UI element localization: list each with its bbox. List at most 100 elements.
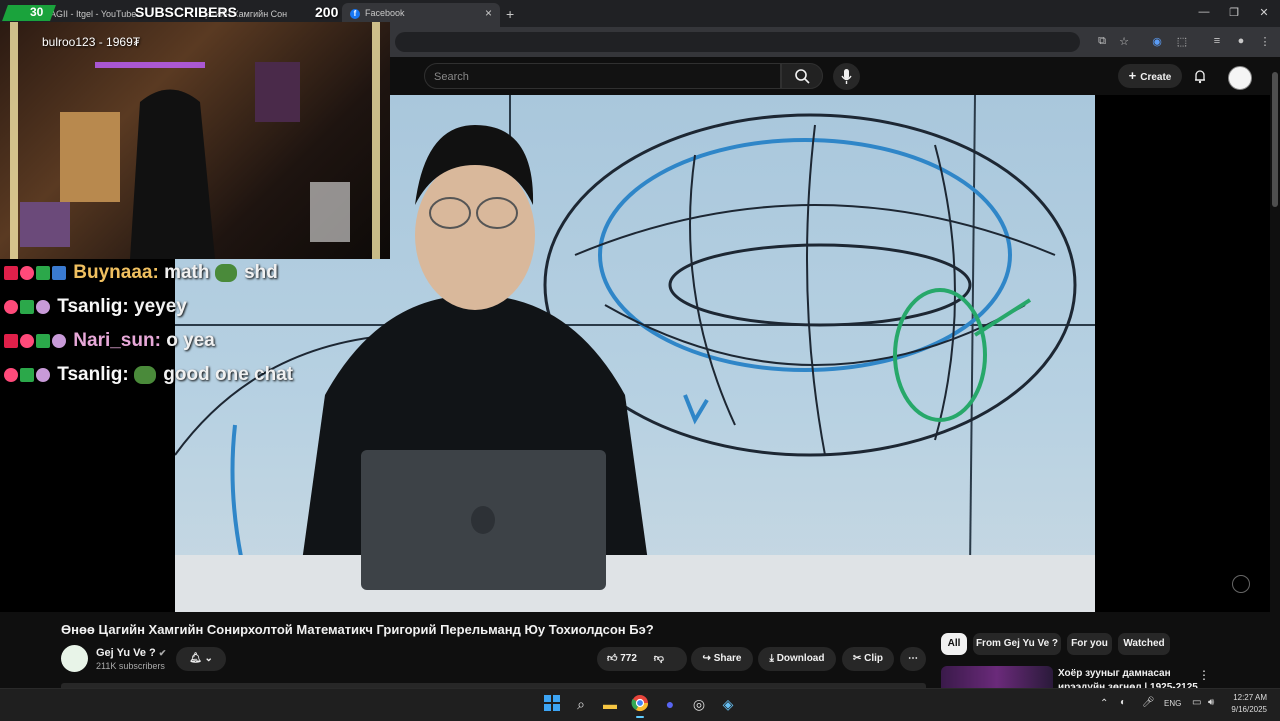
discord-icon[interactable]: ● <box>660 694 680 714</box>
subscriber-badge-icon <box>20 299 34 314</box>
thumbs-up-icon: 👍︎ <box>607 653 618 664</box>
language-indicator[interactable]: ENG <box>1164 699 1181 708</box>
start-button[interactable] <box>542 694 562 714</box>
chat-username: Tsanlig: <box>57 364 129 385</box>
extensions-icon[interactable]: ⬚ <box>1174 35 1190 48</box>
share-label: Share <box>713 653 742 664</box>
chrome-icon[interactable] <box>630 694 650 714</box>
install-app-icon[interactable]: ⧉ <box>1094 35 1110 48</box>
search-taskbar-icon[interactable]: ⌕ <box>571 694 591 714</box>
scrollbar-thumb[interactable] <box>1272 72 1278 207</box>
clip-button[interactable]: ✂ Clip <box>842 647 894 671</box>
subscribed-bell-button[interactable]: 🔔︎ ⌄ <box>176 647 226 671</box>
moderator-badge-icon <box>4 265 18 280</box>
microphone-icon <box>841 69 852 84</box>
tray-chevron-up-icon[interactable]: ⌃ <box>1100 698 1108 709</box>
plus-icon: + <box>1128 68 1137 83</box>
search-input[interactable] <box>425 64 776 90</box>
bell-icon <box>1195 70 1205 84</box>
share-button[interactable]: ↪ Share <box>691 647 753 671</box>
bookmark-star-icon[interactable]: ☆ <box>1116 35 1132 48</box>
subscriber-count: 30 <box>30 5 44 19</box>
chip-for-you[interactable]: For you <box>1067 633 1112 655</box>
download-button[interactable]: ⤓ Download <box>758 647 836 671</box>
chip-all[interactable]: All <box>941 633 967 655</box>
chip-from-channel[interactable]: From Gej Yu Ve ? <box>973 633 1061 655</box>
recommended-thumbnail[interactable] <box>941 666 1053 688</box>
create-label: Create <box>1140 72 1172 83</box>
new-tab-button[interactable]: + <box>506 4 520 24</box>
network-icon[interactable]: ▭ <box>1192 697 1201 708</box>
bell-icon: 🔔︎ <box>189 653 202 664</box>
pepe-emote-icon <box>134 365 156 384</box>
share-icon: ↪ <box>702 653 711 664</box>
more-actions-button[interactable]: ⋯ <box>900 647 926 671</box>
dislike-button[interactable]: 👎︎ <box>654 653 664 664</box>
subscriber-badge-icon <box>36 333 50 348</box>
subscriber-badge-icon <box>36 265 50 280</box>
video-title: Өнөө Цагийн Хамгийн Сонирхолтой Математи… <box>61 622 654 637</box>
extension-audio-icon[interactable]: ◉ <box>1149 35 1165 48</box>
tray-app-icon[interactable]: ◐ <box>1120 697 1126 708</box>
channel-avatar[interactable] <box>61 645 88 672</box>
obs-icon[interactable]: ◎ <box>689 694 709 714</box>
chat-text: yeyey <box>134 296 187 317</box>
steam-icon[interactable]: ◈ <box>718 694 738 714</box>
heart-badge-icon <box>4 299 18 314</box>
like-button[interactable]: 👍︎ 772 <box>607 653 637 664</box>
chat-username: Nari_sun: <box>73 330 161 351</box>
chat-message: Tsanlig: yeyey <box>4 296 187 318</box>
recommended-title-line2[interactable]: ирээдүйн зөгнөл | 1925-2125 <box>1058 681 1198 688</box>
profile-icon[interactable]: ● <box>1233 35 1249 47</box>
chat-message: Tsanlig: good one chat <box>4 364 293 386</box>
list-badge-icon <box>52 265 66 280</box>
clock-date[interactable]: 9/16/2025 <box>1229 705 1267 714</box>
channel-watermark-icon[interactable] <box>1232 575 1250 593</box>
restore-icon[interactable]: ❐ <box>1224 6 1244 19</box>
chat-text: math <box>164 262 210 283</box>
voice-search-button[interactable] <box>833 63 860 90</box>
volume-icon[interactable]: 🔊︎ <box>1208 697 1214 708</box>
cat-badge-icon <box>36 367 50 382</box>
recommended-title[interactable]: Хоёр зууныг дамнасан <box>1058 668 1171 679</box>
file-explorer-icon[interactable]: ▬ <box>600 694 620 714</box>
clip-label: Clip <box>864 653 884 664</box>
chat-text: o yea <box>166 330 215 351</box>
search-button[interactable] <box>781 63 823 89</box>
close-tab-icon[interactable]: × <box>485 3 492 23</box>
more-vertical-icon[interactable]: ⋮ <box>1198 668 1210 682</box>
chat-message: Nari_sun: o yea <box>4 330 215 352</box>
account-avatar[interactable] <box>1228 66 1252 90</box>
heart-badge-icon <box>4 367 18 382</box>
webcam-feed <box>0 22 390 259</box>
minimize-icon[interactable]: — <box>1194 6 1214 18</box>
verified-icon: ✔ <box>158 648 167 658</box>
clock-time[interactable]: 12:27 AM <box>1229 693 1267 702</box>
tray-mic-icon[interactable]: 🎤︎ <box>1142 697 1155 708</box>
subscriber-count-text: 211K subscribers <box>96 661 165 671</box>
menu-icon[interactable]: ⋮ <box>1257 35 1273 48</box>
scissors-icon: ✂ <box>852 653 862 664</box>
channel-name[interactable]: Gej Yu Ve ? ✔ <box>96 647 166 659</box>
player-letterbox <box>1095 95 1270 612</box>
download-label: Download <box>776 653 825 664</box>
chat-text: good one chat <box>163 364 294 385</box>
windows-logo-icon <box>544 695 560 711</box>
search-box <box>424 63 781 90</box>
chip-watched[interactable]: Watched <box>1118 633 1170 655</box>
download-icon: ⤓ <box>769 653 774 664</box>
latest-subscriber: bulroo123 - 1969₮ <box>42 35 141 49</box>
subscriber-goal: 200 <box>315 4 339 20</box>
create-button[interactable]: + Create <box>1118 64 1182 88</box>
notifications-button[interactable] <box>1192 68 1208 89</box>
chat-text-tail: shd <box>244 262 278 283</box>
heart-badge-icon <box>20 265 34 280</box>
address-bar[interactable] <box>395 32 1080 52</box>
close-window-icon[interactable]: ✕ <box>1254 6 1274 19</box>
cat-badge-icon <box>36 299 50 314</box>
subscriber-label: SUBSCRIBERS <box>135 4 237 20</box>
subscriber-count-badge <box>2 5 56 21</box>
reading-list-icon[interactable]: ≡ <box>1209 35 1225 47</box>
like-dislike-group: 👍︎ 772 👎︎ <box>597 647 687 671</box>
moderator-badge-icon <box>4 333 18 348</box>
